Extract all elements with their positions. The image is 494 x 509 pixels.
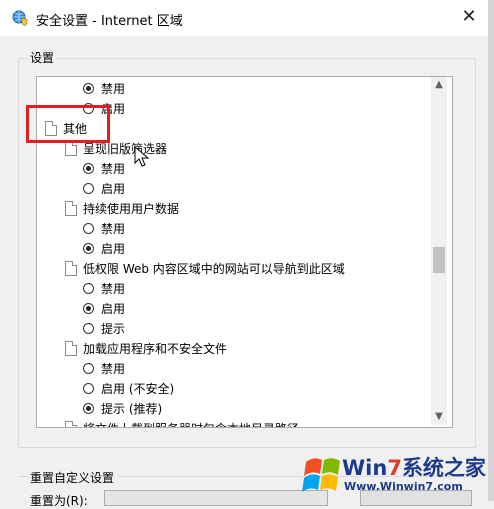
row-label: 启用 (101, 302, 126, 316)
row-label: 加载应用程序和不安全文件 (83, 342, 228, 356)
row-label: 禁用 (101, 282, 126, 296)
row-label: 持续使用用户数据 (83, 202, 180, 216)
reset-level-select[interactable] (104, 490, 328, 506)
radio-checked-icon[interactable] (83, 83, 94, 94)
settings-group-label: 设置 (28, 49, 57, 66)
row-label: 禁用 (101, 222, 126, 236)
reset-group-label: 重置自定义设置 (30, 471, 115, 485)
brand-url: Www.Winwin7.com (344, 480, 463, 493)
document-icon (65, 341, 77, 356)
brand-seven: 7 (387, 456, 402, 480)
row-label: 启用 (不安全) (101, 382, 175, 396)
radio-unchecked-icon[interactable] (83, 183, 94, 194)
brand-prefix: Win (342, 456, 388, 480)
scroll-up-arrow-icon[interactable]: ▲ (431, 77, 447, 93)
title-bar: 安全设置 - Internet 区域 ✕ (0, 0, 488, 36)
radio-unchecked-icon[interactable] (83, 383, 94, 394)
globe-shield-icon (12, 10, 28, 26)
security-settings-dialog: 安全设置 - Internet 区域 ✕ 设置 禁用 启用 其他 呈现旧版筛选器 禁用启… (0, 0, 489, 508)
radio-unchecked-icon[interactable] (83, 323, 94, 334)
red-highlight-box (26, 105, 110, 143)
close-button[interactable]: ✕ (454, 4, 484, 30)
row-label: 提示 (101, 322, 126, 336)
row-label: 启用 (101, 242, 126, 256)
mouse-cursor-icon (134, 146, 150, 167)
document-icon (65, 261, 77, 276)
radio-checked-icon[interactable] (83, 243, 94, 254)
row-label: 启用 (101, 182, 126, 196)
radio-checked-icon[interactable] (83, 403, 94, 414)
radio-unchecked-icon[interactable] (83, 283, 94, 294)
row-label: 将文件上载到服务器时包含本地目录路径 (83, 419, 299, 427)
row-label: 禁用 (101, 162, 126, 176)
document-icon (65, 421, 77, 427)
radio-unchecked-icon[interactable] (83, 223, 94, 234)
brand-wordmark: Win7系统之家 (342, 452, 486, 482)
scrollbar-thumb[interactable] (433, 247, 445, 273)
background-window-edge (488, 0, 494, 501)
row-label: 低权限 Web 内容区域中的网站可以导航到此区域 (83, 262, 345, 276)
reset-group-border-left (18, 476, 28, 477)
radio-checked-icon[interactable] (83, 303, 94, 314)
row-label: 禁用 (101, 82, 126, 96)
document-icon (65, 201, 77, 216)
row-label: 禁用 (101, 362, 126, 376)
row-label: 提示 (推荐) (101, 402, 163, 416)
document-icon (65, 141, 77, 156)
window-title: 安全设置 - Internet 区域 (36, 14, 183, 29)
scroll-down-arrow-icon[interactable]: ▼ (431, 409, 447, 425)
radio-checked-icon[interactable] (83, 163, 94, 174)
brand-suffix: 系统之家 (401, 456, 486, 480)
radio-unchecked-icon[interactable] (83, 363, 94, 374)
